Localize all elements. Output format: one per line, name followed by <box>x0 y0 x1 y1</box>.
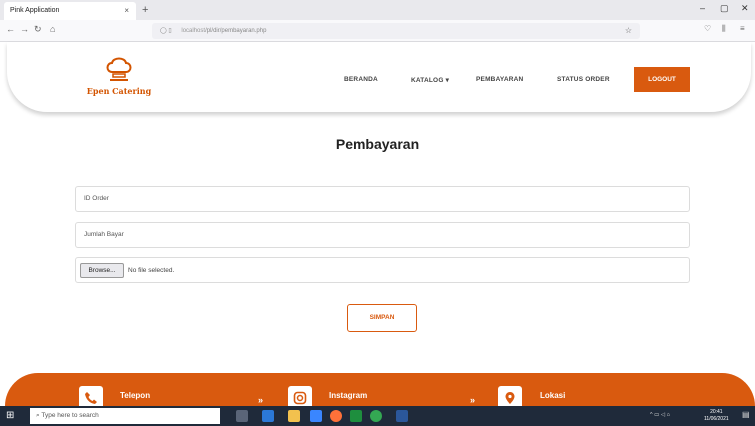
os-taskbar: ⊞ ⌕ Type here to search ^ ▭ ◁ ⌂ 20:41 11… <box>0 406 755 426</box>
minimize-button[interactable]: – <box>700 3 705 13</box>
instagram-icon[interactable] <box>288 386 312 406</box>
shield-icon: ◯ <box>160 28 167 34</box>
new-tab-button[interactable]: + <box>142 2 148 18</box>
site-header: Epen Catering BERANDA KATALOG ▾ PEMBAYAR… <box>7 42 751 112</box>
nav-pembayaran[interactable]: PEMBAYARAN <box>476 76 523 83</box>
chevron-right-icon: » <box>470 395 475 405</box>
chrome-icon[interactable] <box>370 410 382 422</box>
notification-icon[interactable]: ▤ <box>742 410 750 419</box>
tab-title: Pink Application <box>10 7 60 14</box>
file-upload-field: Browse... No file selected. <box>75 257 690 283</box>
phone-icon <box>79 386 103 406</box>
browser-tab-bar: Pink Application × + – ▢ ✕ <box>0 0 755 20</box>
close-window-button[interactable]: ✕ <box>741 3 749 14</box>
id-order-input[interactable]: ID Order <box>75 186 690 212</box>
brand-name: Epen Catering <box>86 86 152 96</box>
pocket-icon[interactable]: ♡ <box>704 24 711 33</box>
url-path: /pl/dir/pembayaran.php <box>205 28 267 34</box>
simpan-button[interactable]: SIMPAN <box>347 304 417 332</box>
file-explorer-icon[interactable] <box>288 410 300 422</box>
menu-icon[interactable]: ≡ <box>740 24 745 33</box>
taskbar-search-input[interactable]: ⌕ Type here to search <box>30 408 220 424</box>
location-icon <box>498 386 522 406</box>
chevron-right-icon: » <box>258 395 263 405</box>
maximize-button[interactable]: ▢ <box>720 3 729 14</box>
taskbar-clock[interactable]: 20:41 11/06/2021 <box>704 409 729 423</box>
forward-icon[interactable]: → <box>20 24 29 34</box>
url-bar[interactable]: ◯ ▯ localhost/pl/dir/pembayaran.php ☆ <box>152 23 640 39</box>
nav-beranda[interactable]: BERANDA <box>344 76 378 83</box>
windows-start-icon[interactable]: ⊞ <box>6 410 14 422</box>
home-icon[interactable]: ⌂ <box>50 24 55 34</box>
page-icon: ▯ <box>168 28 172 34</box>
site-footer: Telepon » Instagram » Lokasi <box>5 373 755 406</box>
tab-close-icon[interactable]: × <box>124 2 129 20</box>
library-icon[interactable]: ⫼ <box>722 24 726 34</box>
system-tray-icons[interactable]: ^ ▭ ◁ ⌂ <box>650 412 670 418</box>
clock-time: 20:41 <box>710 409 723 415</box>
nav-status-order[interactable]: STATUS ORDER <box>557 76 610 83</box>
brand-logo[interactable]: Epen Catering <box>79 56 159 100</box>
footer-instagram-label: Instagram <box>329 391 368 400</box>
url-host: localhost <box>181 28 206 34</box>
edge-icon[interactable] <box>262 410 274 422</box>
browser-nav-bar: ← → ↻ ⌂ ◯ ▯ localhost/pl/dir/pembayaran.… <box>0 20 755 42</box>
firefox-icon[interactable] <box>330 410 342 422</box>
bookmark-star-icon[interactable]: ☆ <box>625 23 632 39</box>
page-title: Pembayaran <box>335 136 420 152</box>
word-icon[interactable] <box>396 410 408 422</box>
footer-telepon-label: Telepon <box>120 391 151 400</box>
chef-hat-icon <box>106 57 132 81</box>
taskbar-search-placeholder: Type here to search <box>41 412 99 419</box>
back-icon[interactable]: ← <box>6 24 15 34</box>
excel-icon[interactable] <box>350 410 362 422</box>
logout-button[interactable]: LOGOUT <box>634 67 690 92</box>
browse-button[interactable]: Browse... <box>80 263 124 278</box>
clock-date: 11/06/2021 <box>704 416 729 422</box>
reload-icon[interactable]: ↻ <box>34 24 42 35</box>
nav-katalog[interactable]: KATALOG ▾ <box>411 76 449 84</box>
file-status-text: No file selected. <box>128 267 175 274</box>
footer-lokasi-label: Lokasi <box>540 391 566 400</box>
jumlah-bayar-input[interactable]: Jumlah Bayar <box>75 222 690 248</box>
store-icon[interactable] <box>310 410 322 422</box>
browser-tab[interactable]: Pink Application × <box>4 2 136 20</box>
task-view-icon[interactable] <box>236 410 248 422</box>
